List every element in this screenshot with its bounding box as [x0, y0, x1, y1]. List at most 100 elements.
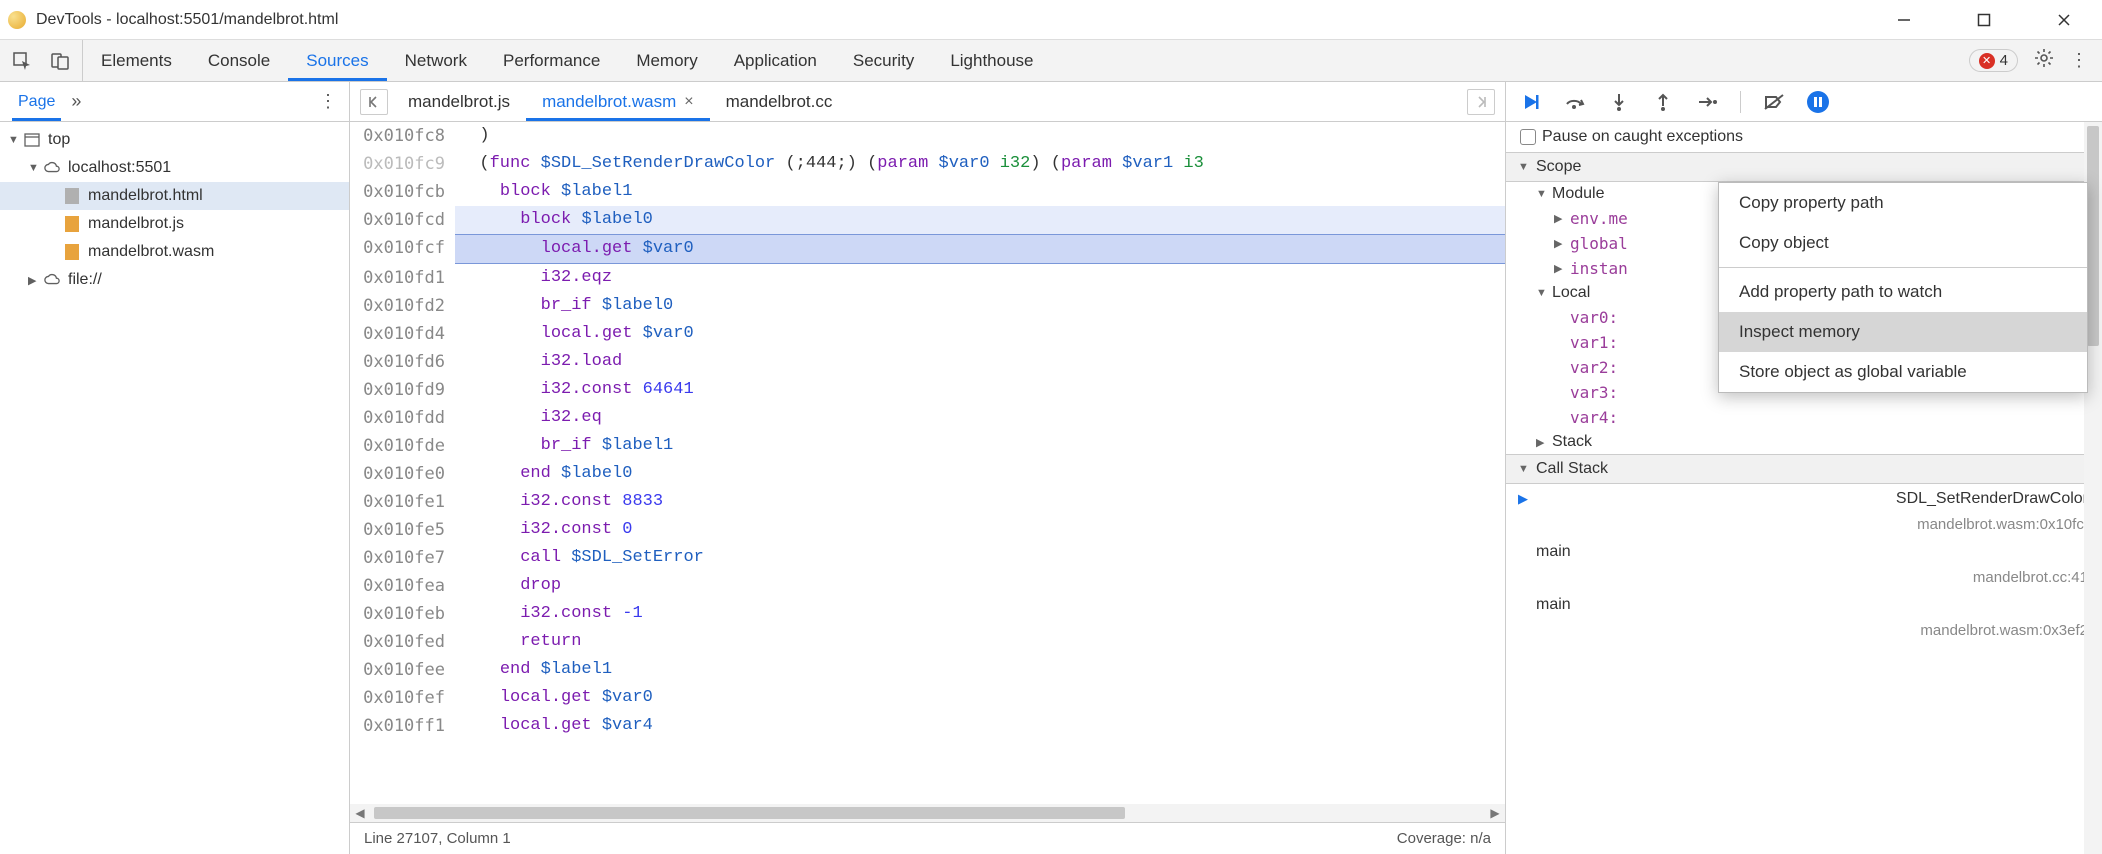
code-line[interactable]: 0x010fc9 (func $SDL_SetRenderDrawColor (…: [350, 150, 1505, 178]
tree-row-file[interactable]: mandelbrot.html: [0, 182, 349, 210]
code-line[interactable]: 0x010fee end $label1: [350, 656, 1505, 684]
navigator-overflow-icon[interactable]: »: [71, 91, 81, 112]
code-text: block $label0: [455, 206, 1505, 234]
callstack-frame[interactable]: main: [1506, 590, 2102, 620]
code-text: local.get $var4: [455, 712, 1505, 740]
code-line[interactable]: 0x010fd1 i32.eqz: [350, 264, 1505, 292]
code-line[interactable]: 0x010fd9 i32.const 64641: [350, 376, 1505, 404]
code-text: i32.const 64641: [455, 376, 1505, 404]
step-icon[interactable]: [1696, 91, 1718, 113]
navigator-more-icon[interactable]: ⋮: [319, 91, 337, 112]
code-line[interactable]: 0x010fd2 br_if $label0: [350, 292, 1505, 320]
line-address: 0x010fcd: [350, 206, 455, 234]
context-menu-item[interactable]: Add property path to watch: [1719, 272, 2087, 312]
pause-on-exceptions-icon[interactable]: [1807, 91, 1829, 113]
code-line[interactable]: 0x010fea drop: [350, 572, 1505, 600]
close-icon[interactable]: ×: [684, 93, 693, 111]
tree-row-top[interactable]: ▼ top: [0, 126, 349, 154]
tree-row-file-scheme[interactable]: ▶ file://: [0, 266, 349, 294]
window-frame-icon: [24, 132, 40, 148]
file-tab[interactable]: mandelbrot.wasm×: [526, 82, 710, 121]
line-address: 0x010fc9: [350, 150, 455, 178]
step-over-icon[interactable]: [1564, 91, 1586, 113]
panel-tab-lighthouse[interactable]: Lighthouse: [932, 40, 1051, 81]
navigator-tab-page[interactable]: Page: [12, 82, 61, 121]
code-line[interactable]: 0x010ff1 local.get $var4: [350, 712, 1505, 740]
panel-tab-performance[interactable]: Performance: [485, 40, 618, 81]
line-address: 0x010fed: [350, 628, 455, 656]
panel-tab-security[interactable]: Security: [835, 40, 932, 81]
file-tab[interactable]: mandelbrot.js: [392, 82, 526, 121]
tree-row-host[interactable]: ▼ localhost:5501: [0, 154, 349, 182]
panel-tab-memory[interactable]: Memory: [618, 40, 715, 81]
settings-gear-icon[interactable]: [2034, 48, 2054, 73]
panel-tab-console[interactable]: Console: [190, 40, 288, 81]
code-line[interactable]: 0x010fe0 end $label0: [350, 460, 1505, 488]
line-address: 0x010fe5: [350, 516, 455, 544]
panel-tab-elements[interactable]: Elements: [83, 40, 190, 81]
window-minimize-button[interactable]: [1884, 4, 1924, 36]
scope-section-header[interactable]: ▼Scope: [1506, 152, 2102, 182]
tab-nav-forward-icon[interactable]: [1467, 89, 1495, 115]
code-line[interactable]: 0x010fe5 i32.const 0: [350, 516, 1505, 544]
tree-label: localhost:5501: [68, 159, 171, 177]
code-line[interactable]: 0x010fe1 i32.const 8833: [350, 488, 1505, 516]
code-text: block $label1: [455, 178, 1505, 206]
callstack-section-header[interactable]: ▼Call Stack: [1506, 454, 2102, 484]
code-line[interactable]: 0x010fcd block $label0: [350, 206, 1505, 234]
pause-on-caught-checkbox-row[interactable]: Pause on caught exceptions: [1506, 122, 2102, 152]
code-text: i32.const 0: [455, 516, 1505, 544]
line-address: 0x010fe7: [350, 544, 455, 572]
panel-tab-sources[interactable]: Sources: [288, 40, 386, 81]
more-menu-icon[interactable]: ⋮: [2070, 50, 2088, 71]
code-line[interactable]: 0x010fdd i32.eq: [350, 404, 1505, 432]
scope-header-label: Scope: [1536, 158, 1581, 176]
tree-label: mandelbrot.wasm: [88, 243, 214, 261]
file-tab[interactable]: mandelbrot.cc: [710, 82, 849, 121]
horizontal-scrollbar[interactable]: ◀▶: [350, 804, 1505, 822]
context-menu-item[interactable]: Copy property path: [1719, 183, 2087, 223]
callstack-frame[interactable]: ▶SDL_SetRenderDrawColor: [1506, 484, 2102, 514]
scope-stack-header[interactable]: ▶Stack: [1506, 430, 2102, 454]
context-menu-item[interactable]: Inspect memory: [1719, 312, 2087, 352]
source-code-view[interactable]: 0x010fc8 )0x010fc9 (func $SDL_SetRenderD…: [350, 122, 1505, 804]
step-out-icon[interactable]: [1652, 91, 1674, 113]
coverage-label: Coverage: n/a: [1397, 830, 1491, 847]
line-address: 0x010fcf: [350, 234, 455, 264]
code-line[interactable]: 0x010feb i32.const -1: [350, 600, 1505, 628]
code-line[interactable]: 0x010fd6 i32.load: [350, 348, 1505, 376]
panel-tab-network[interactable]: Network: [387, 40, 485, 81]
resume-button-icon[interactable]: [1520, 91, 1542, 113]
window-close-button[interactable]: [2044, 4, 2084, 36]
code-text: end $label1: [455, 656, 1505, 684]
scope-variable-row[interactable]: var4:: [1506, 405, 2102, 430]
context-menu-item[interactable]: Store object as global variable: [1719, 352, 2087, 392]
context-menu-item[interactable]: Copy object: [1719, 223, 2087, 263]
code-text: i32.const 8833: [455, 488, 1505, 516]
code-line[interactable]: 0x010fcf local.get $var0: [350, 234, 1505, 264]
inspect-element-icon[interactable]: [12, 51, 32, 71]
callstack-frame[interactable]: main: [1506, 537, 2102, 567]
line-address: 0x010fe1: [350, 488, 455, 516]
tree-row-file[interactable]: mandelbrot.js: [0, 210, 349, 238]
tree-row-file[interactable]: mandelbrot.wasm: [0, 238, 349, 266]
tree-label: mandelbrot.js: [88, 215, 184, 233]
code-line[interactable]: 0x010fef local.get $var0: [350, 684, 1505, 712]
callstack-location: mandelbrot.cc:41: [1506, 567, 2102, 590]
code-line[interactable]: 0x010fcb block $label1: [350, 178, 1505, 206]
code-line[interactable]: 0x010fe7 call $SDL_SetError: [350, 544, 1505, 572]
deactivate-breakpoints-icon[interactable]: [1763, 91, 1785, 113]
checkbox-icon[interactable]: [1520, 129, 1536, 145]
step-into-icon[interactable]: [1608, 91, 1630, 113]
tab-nav-back-icon[interactable]: [360, 89, 388, 115]
error-count-badge[interactable]: ✕ 4: [1969, 49, 2018, 72]
debugger-toolbar: [1506, 82, 2102, 122]
code-line[interactable]: 0x010fd4 local.get $var0: [350, 320, 1505, 348]
navigator-pane: Page » ⋮ ▼ top ▼ localhost:5501 mandelbr…: [0, 82, 350, 854]
code-line[interactable]: 0x010fed return: [350, 628, 1505, 656]
device-toggle-icon[interactable]: [50, 51, 70, 71]
window-maximize-button[interactable]: [1964, 4, 2004, 36]
code-line[interactable]: 0x010fc8 ): [350, 122, 1505, 150]
code-line[interactable]: 0x010fde br_if $label1: [350, 432, 1505, 460]
panel-tab-application[interactable]: Application: [716, 40, 835, 81]
